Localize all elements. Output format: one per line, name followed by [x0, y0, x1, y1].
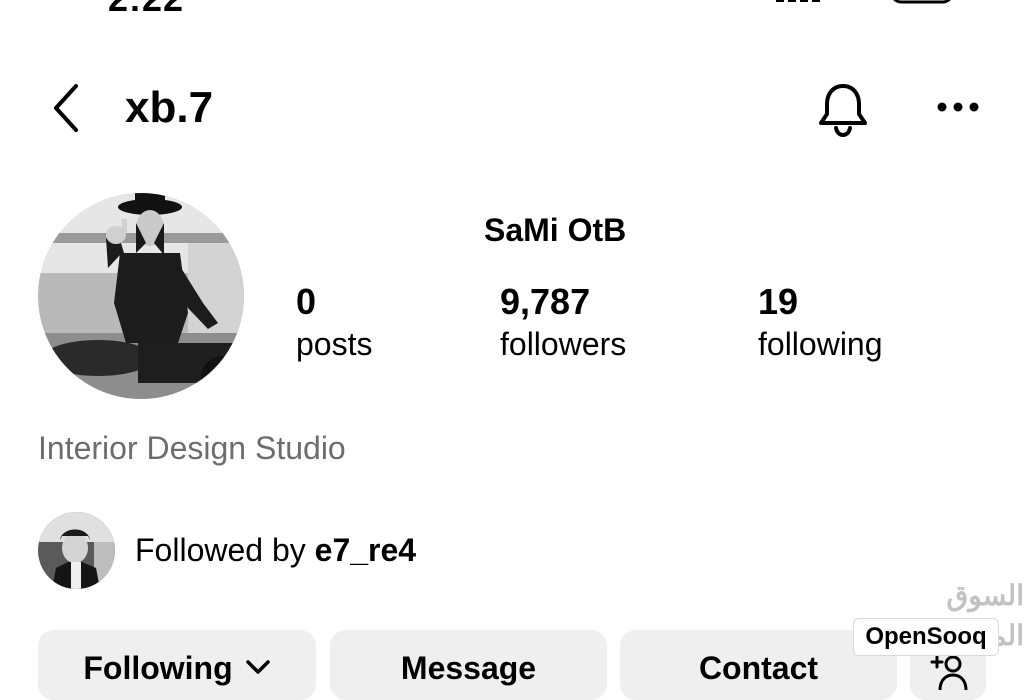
- following-button[interactable]: Following: [38, 630, 316, 700]
- chevron-down-icon: [245, 660, 270, 674]
- battery-icon: [893, 0, 951, 4]
- posts-stat[interactable]: 0 posts: [296, 280, 372, 364]
- watermark-logo: OpenSooq: [853, 618, 999, 656]
- contact-button-label: Contact: [698, 650, 819, 686]
- following-label: following: [758, 326, 883, 362]
- followers-stat[interactable]: 9,787 followers: [500, 280, 626, 364]
- followed-by-username[interactable]: e7_re4: [315, 532, 416, 568]
- signal-icon: [776, 0, 784, 2]
- notifications-button[interactable]: [812, 78, 874, 140]
- followers-label: followers: [500, 326, 627, 362]
- followed-by-text[interactable]: Followed by e7_re4: [135, 530, 416, 570]
- posts-count: 0: [296, 281, 317, 322]
- followers-count: 9,787: [500, 281, 591, 322]
- mutual-follower-photo: [38, 512, 115, 589]
- profile-bio: Interior Design Studio: [38, 430, 346, 466]
- back-button[interactable]: [44, 80, 90, 136]
- add-person-icon: [930, 655, 968, 691]
- profile-photo: [38, 193, 244, 399]
- message-button[interactable]: Message: [330, 630, 607, 700]
- mutual-follower-avatar[interactable]: [38, 512, 115, 589]
- followed-by-prefix: Followed by: [135, 532, 315, 568]
- following-count: 19: [758, 281, 799, 322]
- ellipsis-horizontal-icon: [937, 102, 979, 112]
- profile-avatar[interactable]: [38, 193, 244, 399]
- chevron-left-icon: [54, 84, 78, 132]
- following-stat[interactable]: 19 following: [758, 280, 883, 364]
- status-icons: [776, 0, 951, 4]
- posts-label: posts: [296, 326, 373, 362]
- display-name: SaMi OtB: [484, 212, 627, 248]
- profile-username: xb.7: [125, 83, 214, 132]
- bell-icon: [819, 84, 867, 138]
- status-time: 2:22: [108, 0, 184, 20]
- message-button-label: Message: [400, 650, 537, 686]
- following-button-label: Following: [83, 650, 233, 686]
- more-options-button[interactable]: [932, 92, 984, 122]
